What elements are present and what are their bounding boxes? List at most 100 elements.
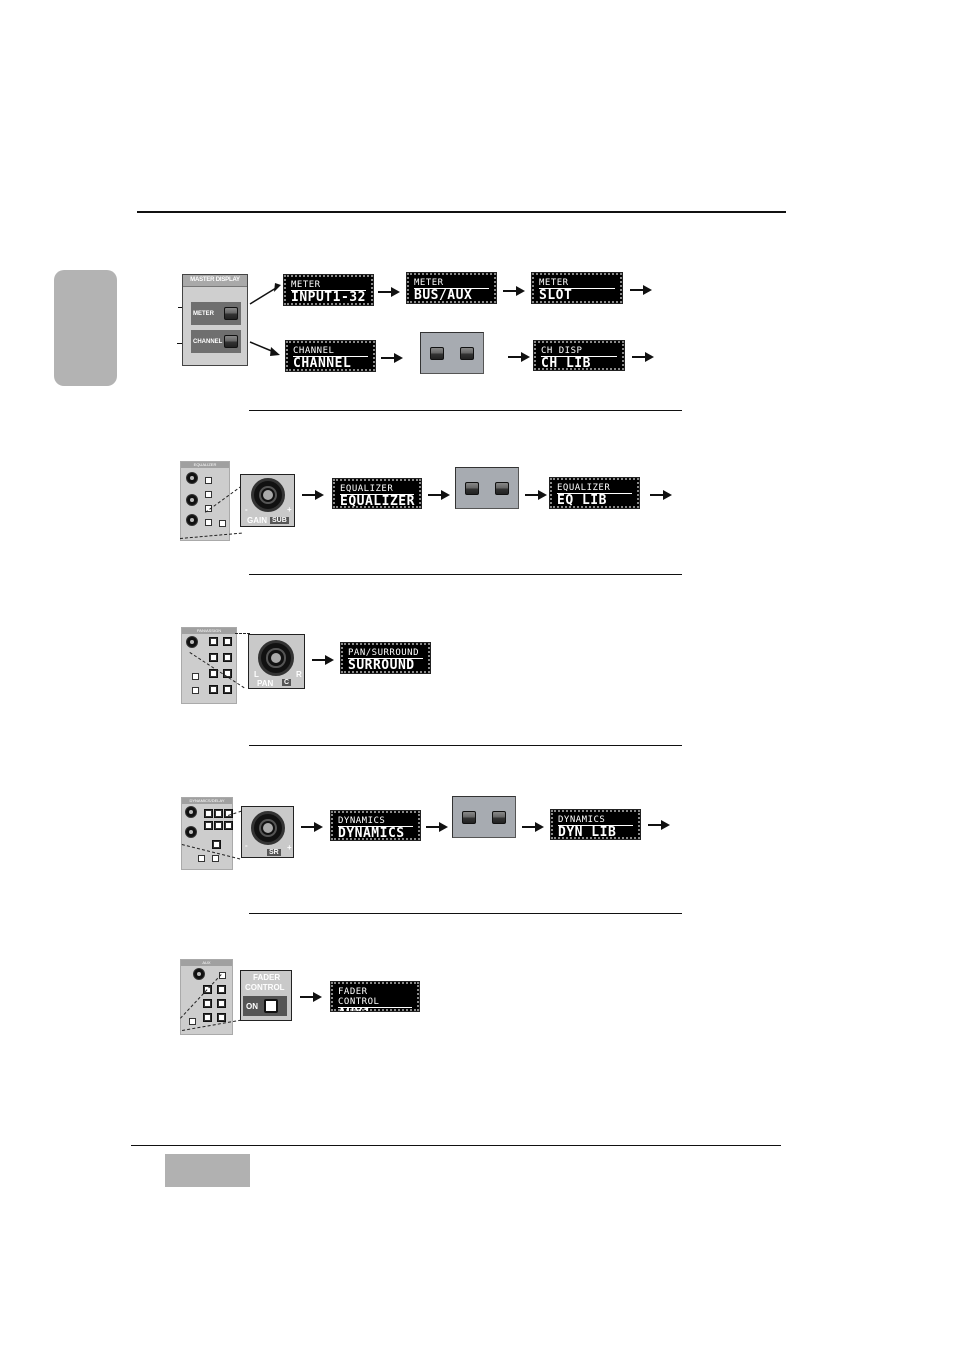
gain-minus: - <box>245 505 248 514</box>
dynamics-param-button[interactable] <box>204 821 213 830</box>
channel-button-group: CHANNEL <box>191 330 241 353</box>
pan-label: PAN <box>257 679 274 688</box>
aux-select-2[interactable] <box>217 985 226 994</box>
arrow-right <box>378 287 400 297</box>
lcd-meter-input: METER INPUT1-32 <box>283 274 374 306</box>
left-button[interactable] <box>430 346 444 360</box>
meter-label: METER <box>193 310 214 317</box>
aux-select-6[interactable] <box>217 1013 226 1022</box>
chapter-side-tab <box>54 270 117 386</box>
lcd-bottom-text: SURROUND <box>348 658 415 673</box>
dynamics-type-button[interactable] <box>214 809 223 818</box>
lcd-meter-bus-aux: METER BUS/AUX <box>406 272 497 304</box>
aux-channel-strip: AUX <box>180 959 233 1035</box>
fader-control-on-button[interactable] <box>264 999 278 1013</box>
header-rule <box>137 211 786 213</box>
lcd-bottom-text: BUS/AUX <box>414 288 473 303</box>
strip-header: DYNAMICS/DELAY <box>182 798 232 804</box>
sr-label: SR <box>267 849 281 856</box>
bus-assign-8[interactable] <box>223 685 232 694</box>
direct-button[interactable] <box>192 687 199 694</box>
lcd-meter-slot: METER SLOT <box>531 272 623 304</box>
aux-level-knob[interactable] <box>193 968 205 980</box>
dynamics-knob-bottom[interactable] <box>185 826 197 838</box>
dynamics-param-button[interactable] <box>214 821 223 830</box>
arrow-right <box>525 490 547 500</box>
dynamics-knob-icon[interactable] <box>251 811 285 845</box>
dynamics-channel-strip: DYNAMICS/DELAY <box>181 797 233 870</box>
lcd-equalizer: EQUALIZER EQUALIZER <box>332 478 422 509</box>
bus-assign-1[interactable] <box>209 637 218 646</box>
dynamics-knob-top[interactable] <box>185 806 197 818</box>
dynamics-on-button[interactable] <box>198 855 205 862</box>
right-button[interactable] <box>495 481 509 495</box>
pan-knob-icon[interactable] <box>258 640 294 676</box>
lcd-dynamics: DYNAMICS DYNAMICS <box>330 810 421 841</box>
arrow-right <box>302 490 324 500</box>
arrow-right <box>428 490 450 500</box>
eq-band-button[interactable] <box>205 519 212 526</box>
lcd-bottom-text: CHANNEL <box>293 356 352 371</box>
eq-knob-high[interactable] <box>186 472 198 484</box>
arrow-right <box>648 820 670 830</box>
section-divider <box>249 410 682 411</box>
pan-knob-callout: L R PAN C <box>248 634 305 689</box>
eq-knob-mid[interactable] <box>186 494 198 506</box>
arrow-up-line <box>249 287 277 305</box>
eq-band-button[interactable] <box>205 477 212 484</box>
left-button[interactable] <box>465 481 479 495</box>
parameter-select-button[interactable] <box>212 840 221 849</box>
lcd-bottom-text: INPUT1-32 <box>291 290 366 305</box>
bus-assign-4[interactable] <box>223 653 232 662</box>
lcd-eq-lib: EQUALIZER EQ LIB <box>549 477 640 509</box>
bus-assign-7[interactable] <box>209 685 218 694</box>
eq-knob-low[interactable] <box>186 514 198 526</box>
fader-control-on-small[interactable] <box>189 1018 196 1025</box>
master-display-header: MASTER DISPLAY <box>183 275 247 287</box>
fader-control-title-1: FADER <box>253 973 281 982</box>
right-button[interactable] <box>460 346 474 360</box>
lcd-top-text: FADER CONTROL <box>338 987 412 1008</box>
strip-header: AUX <box>181 960 232 966</box>
left-button[interactable] <box>462 810 476 824</box>
dynamics-type-button[interactable] <box>204 809 213 818</box>
eq-on-button[interactable] <box>219 520 226 527</box>
gain-knob-icon[interactable] <box>251 478 285 512</box>
footer-rule <box>131 1145 781 1146</box>
delay-on-button[interactable] <box>212 855 219 862</box>
pan-left: L <box>254 670 259 679</box>
fader-control-title-2: CONTROL <box>245 983 285 992</box>
aux-select-3[interactable] <box>203 999 212 1008</box>
channel-label: CHANNEL <box>193 338 223 345</box>
section-divider <box>249 745 682 746</box>
twin-button-panel <box>452 796 516 838</box>
lcd-bottom-text: EQUALIZER <box>340 494 415 509</box>
sub-label: SUB <box>270 517 289 524</box>
lcd-ch-disp: CH DISP CH LIB <box>533 340 625 371</box>
arrow-right <box>381 353 403 363</box>
channel-button[interactable] <box>224 335 238 348</box>
arrow-right <box>630 285 652 295</box>
arrow-right <box>503 286 525 296</box>
arrow-right <box>301 822 323 832</box>
right-button[interactable] <box>492 810 506 824</box>
arrow-up-head <box>274 283 281 292</box>
meter-button[interactable] <box>224 307 238 320</box>
gain-knob-callout: - + GAIN SUB <box>240 474 295 527</box>
aux-select-4[interactable] <box>217 999 226 1008</box>
eq-band-button[interactable] <box>205 491 212 498</box>
lcd-dyn-lib: DYNAMICS DYN LIB <box>550 809 641 840</box>
bus-assign-3[interactable] <box>209 653 218 662</box>
dynamics-plus: + <box>287 843 292 852</box>
arrow-right <box>632 352 654 362</box>
dynamics-param-button[interactable] <box>224 821 233 830</box>
lr-button[interactable] <box>192 673 199 680</box>
bus-assign-2[interactable] <box>223 637 232 646</box>
section-divider <box>249 913 682 914</box>
aux-select-5[interactable] <box>203 1013 212 1022</box>
twin-button-panel <box>455 467 519 509</box>
twin-button-panel <box>420 332 484 374</box>
lcd-pan-surround: PAN/SURROUND SURROUND <box>340 642 431 674</box>
pan-knob-small[interactable] <box>186 636 198 648</box>
eq-channel-strip: EQUALIZER <box>180 461 230 541</box>
